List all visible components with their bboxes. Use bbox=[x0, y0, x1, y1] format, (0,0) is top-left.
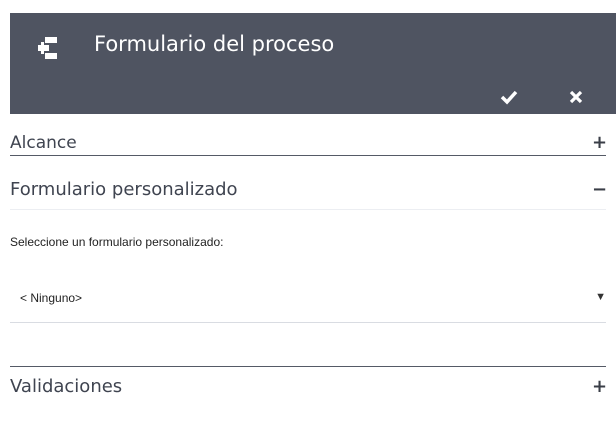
section-validaciones-label: Validaciones bbox=[10, 376, 123, 397]
expand-icon[interactable]: + bbox=[592, 132, 607, 153]
section-alcance[interactable]: Alcance + bbox=[10, 130, 607, 156]
panel-title: Formulario del proceso bbox=[94, 32, 335, 56]
custom-form-selected-value: < Ninguno> bbox=[20, 291, 83, 305]
custom-form-select[interactable]: < Ninguno> ▼ bbox=[10, 282, 606, 323]
expand-icon[interactable]: + bbox=[592, 376, 607, 397]
collapse-icon[interactable]: − bbox=[592, 179, 607, 200]
section-alcance-label: Alcance bbox=[10, 132, 77, 153]
custom-form-field-label: Seleccione un formulario personalizado: bbox=[10, 235, 224, 249]
section-formulario-label: Formulario personalizado bbox=[10, 179, 238, 200]
chevron-down-icon[interactable]: ▼ bbox=[595, 291, 606, 303]
process-tree-icon bbox=[38, 37, 57, 59]
accept-button[interactable] bbox=[499, 87, 519, 107]
section-validaciones[interactable]: Validaciones + bbox=[10, 366, 607, 402]
panel-header: Formulario del proceso bbox=[10, 13, 616, 114]
section-formulario-personalizado[interactable]: Formulario personalizado − bbox=[10, 170, 607, 210]
close-button[interactable] bbox=[566, 87, 586, 107]
